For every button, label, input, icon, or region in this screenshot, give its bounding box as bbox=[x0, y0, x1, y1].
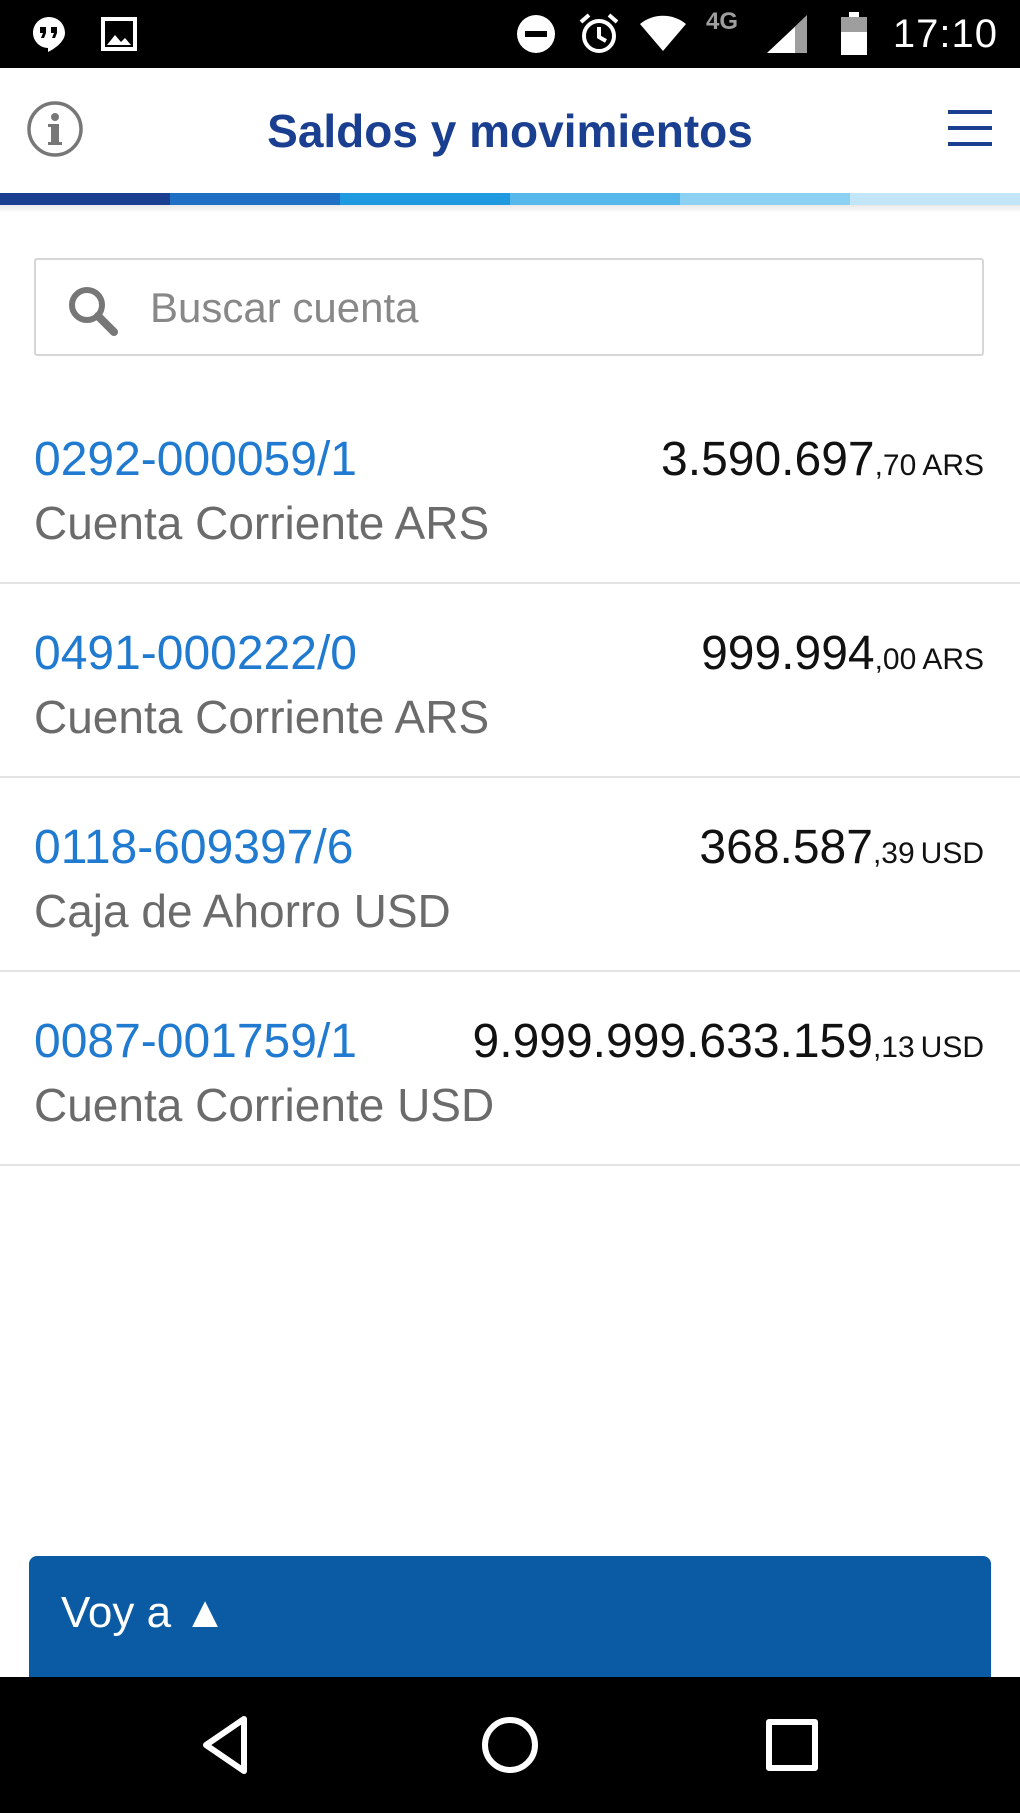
account-row[interactable]: 0087-001759/1 Cuenta Corriente USD 9.999… bbox=[0, 972, 1020, 1166]
account-number[interactable]: 0118-609397/6 bbox=[34, 820, 353, 875]
network-type-label: 4G bbox=[706, 8, 739, 35]
balance-integer: 3.590.697 bbox=[661, 433, 875, 486]
account-balance: 3.590.697,70 ARS bbox=[661, 432, 984, 487]
search-icon bbox=[66, 284, 118, 336]
status-bar: 4G 17:10 bbox=[0, 0, 1020, 68]
header-shadow bbox=[0, 205, 1020, 213]
balance-integer: 9.999.999.633.159 bbox=[472, 1015, 873, 1068]
header-color-stripes bbox=[0, 193, 1020, 205]
account-row[interactable]: 0292-000059/1 Cuenta Corriente ARS 3.590… bbox=[0, 390, 1020, 584]
account-type: Caja de Ahorro USD bbox=[34, 885, 451, 937]
balance-integer: 999.994 bbox=[701, 627, 875, 680]
menu-icon bbox=[948, 110, 992, 146]
battery-icon bbox=[838, 0, 870, 68]
account-balance: 368.587,39 USD bbox=[699, 820, 984, 875]
balance-decimals: ,39 bbox=[872, 837, 915, 870]
account-number[interactable]: 0292-000059/1 bbox=[34, 432, 357, 487]
account-row[interactable]: 0118-609397/6 Caja de Ahorro USD 368.587… bbox=[0, 778, 1020, 972]
recents-icon bbox=[766, 1719, 818, 1771]
page-title: Saldos y movimientos bbox=[267, 105, 753, 157]
balance-decimals: ,00 bbox=[874, 643, 917, 676]
balance-currency: ARS bbox=[922, 449, 984, 482]
search-box[interactable] bbox=[34, 258, 984, 356]
balance-currency: ARS bbox=[922, 643, 984, 676]
balance-currency: USD bbox=[920, 1031, 984, 1064]
back-button[interactable] bbox=[188, 1705, 268, 1785]
image-icon bbox=[98, 0, 140, 68]
account-list: 0292-000059/1 Cuenta Corriente ARS 3.590… bbox=[0, 390, 1020, 1166]
app-header: Saldos y movimientos bbox=[0, 68, 1020, 194]
search-input[interactable] bbox=[148, 260, 972, 356]
clock: 17:10 bbox=[892, 12, 998, 56]
navigation-bar bbox=[0, 1677, 1020, 1813]
alarm-icon bbox=[576, 0, 622, 68]
balance-currency: USD bbox=[920, 837, 984, 870]
balance-integer: 368.587 bbox=[699, 821, 873, 874]
balance-decimals: ,70 bbox=[874, 449, 917, 482]
account-type: Cuenta Corriente ARS bbox=[34, 691, 490, 743]
do-not-disturb-icon bbox=[514, 0, 558, 68]
account-row[interactable]: 0491-000222/0 Cuenta Corriente ARS 999.9… bbox=[0, 584, 1020, 778]
recents-button[interactable] bbox=[752, 1705, 832, 1785]
home-icon bbox=[482, 1717, 538, 1773]
account-type: Cuenta Corriente ARS bbox=[34, 497, 490, 549]
signal-icon bbox=[764, 0, 810, 68]
voy-a-label: Voy a ▲ bbox=[61, 1588, 227, 1637]
account-number[interactable]: 0087-001759/1 bbox=[34, 1014, 357, 1069]
hangouts-icon bbox=[28, 0, 70, 68]
voy-a-button[interactable]: Voy a ▲ bbox=[29, 1556, 991, 1678]
account-balance: 9.999.999.633.159,13 USD bbox=[473, 1014, 984, 1069]
home-button[interactable] bbox=[470, 1705, 550, 1785]
account-type: Cuenta Corriente USD bbox=[34, 1079, 495, 1131]
balance-decimals: ,13 bbox=[872, 1031, 915, 1064]
back-icon bbox=[203, 1716, 247, 1774]
menu-button[interactable] bbox=[946, 104, 994, 152]
account-number[interactable]: 0491-000222/0 bbox=[34, 626, 357, 681]
wifi-icon bbox=[638, 0, 688, 68]
account-balance: 999.994,00 ARS bbox=[701, 626, 984, 681]
